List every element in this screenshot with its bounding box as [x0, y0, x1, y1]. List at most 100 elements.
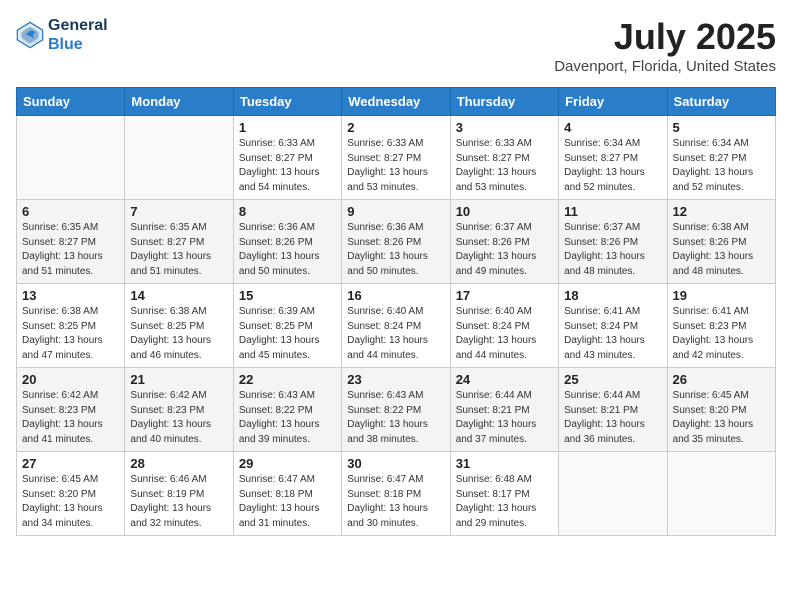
calendar-day-cell: 26 Sunrise: 6:45 AM Sunset: 8:20 PM Dayli… [667, 368, 775, 452]
calendar-day-cell: 30Sunrise: 6:47 AM Sunset: 8:18 PM Dayli… [342, 452, 450, 536]
day-info: Sunrise: 6:38 AM Sunset: 8:26 PM Dayligh… [673, 221, 770, 279]
calendar-week-row: 20 Sunrise: 6:42 AM Sunset: 8:23 PM Dayli… [17, 368, 776, 452]
day-number: 10 [456, 204, 553, 219]
calendar-day-cell: 3Sunrise: 6:33 AM Sunset: 8:27 PM Daylig… [450, 116, 558, 200]
day-info: Sunrise: 6:33 AM Sunset: 8:27 PM Dayligh… [239, 137, 336, 195]
day-number: 22 [239, 372, 336, 387]
day-number: 2 [347, 120, 444, 135]
day-info: Sunrise: 6:34 AM Sunset: 8:27 PM Dayligh… [673, 137, 770, 195]
day-info: Sunrise: 6:36 AM Sunset: 8:26 PM Dayligh… [239, 221, 336, 279]
calendar-day-cell: 28 Sunrise: 6:46 AM Sunset: 8:19 PM Dayli… [125, 452, 233, 536]
calendar-week-row: 6 Sunrise: 6:35 AM Sunset: 8:27 PM Daylig… [17, 200, 776, 284]
day-info: Sunrise: 6:38 AM Sunset: 8:25 PM Dayligh… [22, 305, 119, 363]
calendar-day-cell: 22 Sunrise: 6:43 AM Sunset: 8:22 PM Dayli… [233, 368, 341, 452]
calendar-day-cell: 18 Sunrise: 6:41 AM Sunset: 8:24 PM Dayli… [559, 284, 667, 368]
day-number: 1 [239, 120, 336, 135]
day-info: Sunrise: 6:45 AM Sunset: 8:20 PM Dayligh… [22, 473, 119, 531]
day-info: Sunrise: 6:37 AM Sunset: 8:26 PM Dayligh… [456, 221, 553, 279]
day-number: 28 [130, 456, 227, 471]
calendar-day-cell: 6Sunrise: 6:35 AM Sunset: 8:27 PM Daylig… [17, 200, 125, 284]
day-number: 19 [673, 288, 770, 303]
calendar-day-cell: 21 Sunrise: 6:42 AM Sunset: 8:23 PM Dayli… [125, 368, 233, 452]
calendar-day-cell: 12 Sunrise: 6:38 AM Sunset: 8:26 PM Dayli… [667, 200, 775, 284]
day-info: Sunrise: 6:45 AM Sunset: 8:20 PM Dayligh… [673, 389, 770, 447]
calendar-day-cell [559, 452, 667, 536]
calendar-day-cell: 25 Sunrise: 6:44 AM Sunset: 8:21 PM Dayli… [559, 368, 667, 452]
calendar-day-cell [125, 116, 233, 200]
day-info: Sunrise: 6:48 AM Sunset: 8:17 PM Dayligh… [456, 473, 553, 531]
location-title: Davenport, Florida, United States [554, 58, 776, 75]
logo: General Blue [16, 16, 108, 54]
day-number: 15 [239, 288, 336, 303]
day-number: 6 [22, 204, 119, 219]
weekday-header: Saturday [667, 88, 775, 116]
day-info: Sunrise: 6:43 AM Sunset: 8:22 PM Dayligh… [347, 389, 444, 447]
title-block: July 2025 Davenport, Florida, United Sta… [554, 16, 776, 75]
day-number: 30 [347, 456, 444, 471]
day-info: Sunrise: 6:40 AM Sunset: 8:24 PM Dayligh… [456, 305, 553, 363]
day-info: Sunrise: 6:40 AM Sunset: 8:24 PM Dayligh… [347, 305, 444, 363]
calendar-day-cell: 11Sunrise: 6:37 AM Sunset: 8:26 PM Dayli… [559, 200, 667, 284]
day-number: 9 [347, 204, 444, 219]
weekday-header: Sunday [17, 88, 125, 116]
day-number: 16 [347, 288, 444, 303]
day-info: Sunrise: 6:46 AM Sunset: 8:19 PM Dayligh… [130, 473, 227, 531]
day-number: 13 [22, 288, 119, 303]
day-info: Sunrise: 6:38 AM Sunset: 8:25 PM Dayligh… [130, 305, 227, 363]
day-info: Sunrise: 6:42 AM Sunset: 8:23 PM Dayligh… [22, 389, 119, 447]
calendar-day-cell: 17 Sunrise: 6:40 AM Sunset: 8:24 PM Dayli… [450, 284, 558, 368]
weekday-header: Tuesday [233, 88, 341, 116]
day-info: Sunrise: 6:41 AM Sunset: 8:24 PM Dayligh… [564, 305, 661, 363]
calendar-day-cell: 8Sunrise: 6:36 AM Sunset: 8:26 PM Daylig… [233, 200, 341, 284]
calendar-day-cell: 27Sunrise: 6:45 AM Sunset: 8:20 PM Dayli… [17, 452, 125, 536]
weekday-header: Monday [125, 88, 233, 116]
calendar-day-cell [667, 452, 775, 536]
day-number: 7 [130, 204, 227, 219]
day-info: Sunrise: 6:44 AM Sunset: 8:21 PM Dayligh… [564, 389, 661, 447]
day-number: 21 [130, 372, 227, 387]
day-info: Sunrise: 6:33 AM Sunset: 8:27 PM Dayligh… [456, 137, 553, 195]
calendar-day-cell: 19 Sunrise: 6:41 AM Sunset: 8:23 PM Dayli… [667, 284, 775, 368]
day-info: Sunrise: 6:36 AM Sunset: 8:26 PM Dayligh… [347, 221, 444, 279]
day-info: Sunrise: 6:39 AM Sunset: 8:25 PM Dayligh… [239, 305, 336, 363]
day-number: 12 [673, 204, 770, 219]
day-number: 17 [456, 288, 553, 303]
calendar-day-cell: 1 Sunrise: 6:33 AM Sunset: 8:27 PM Daylig… [233, 116, 341, 200]
calendar-day-cell: 15 Sunrise: 6:39 AM Sunset: 8:25 PM Dayli… [233, 284, 341, 368]
calendar-day-cell: 23Sunrise: 6:43 AM Sunset: 8:22 PM Dayli… [342, 368, 450, 452]
day-number: 29 [239, 456, 336, 471]
day-number: 5 [673, 120, 770, 135]
day-info: Sunrise: 6:42 AM Sunset: 8:23 PM Dayligh… [130, 389, 227, 447]
day-number: 18 [564, 288, 661, 303]
calendar-day-cell [17, 116, 125, 200]
month-title: July 2025 [554, 16, 776, 58]
day-info: Sunrise: 6:35 AM Sunset: 8:27 PM Dayligh… [130, 221, 227, 279]
day-info: Sunrise: 6:41 AM Sunset: 8:23 PM Dayligh… [673, 305, 770, 363]
page-header: General Blue July 2025 Davenport, Florid… [16, 16, 776, 75]
calendar-day-cell: 13 Sunrise: 6:38 AM Sunset: 8:25 PM Dayli… [17, 284, 125, 368]
day-info: Sunrise: 6:43 AM Sunset: 8:22 PM Dayligh… [239, 389, 336, 447]
calendar-day-cell: 20 Sunrise: 6:42 AM Sunset: 8:23 PM Dayli… [17, 368, 125, 452]
calendar-day-cell: 5 Sunrise: 6:34 AM Sunset: 8:27 PM Daylig… [667, 116, 775, 200]
day-number: 20 [22, 372, 119, 387]
calendar-day-cell: 16 Sunrise: 6:40 AM Sunset: 8:24 PM Dayli… [342, 284, 450, 368]
calendar-day-cell: 4Sunrise: 6:34 AM Sunset: 8:27 PM Daylig… [559, 116, 667, 200]
calendar-day-cell: 9 Sunrise: 6:36 AM Sunset: 8:26 PM Daylig… [342, 200, 450, 284]
weekday-header-row: SundayMondayTuesdayWednesdayThursdayFrid… [17, 88, 776, 116]
calendar-week-row: 27Sunrise: 6:45 AM Sunset: 8:20 PM Dayli… [17, 452, 776, 536]
logo-icon [16, 21, 44, 49]
weekday-header: Thursday [450, 88, 558, 116]
day-number: 24 [456, 372, 553, 387]
day-number: 25 [564, 372, 661, 387]
day-number: 14 [130, 288, 227, 303]
calendar-day-cell: 10 Sunrise: 6:37 AM Sunset: 8:26 PM Dayli… [450, 200, 558, 284]
calendar-day-cell: 7 Sunrise: 6:35 AM Sunset: 8:27 PM Daylig… [125, 200, 233, 284]
logo-text: General Blue [48, 16, 108, 54]
day-info: Sunrise: 6:47 AM Sunset: 8:18 PM Dayligh… [239, 473, 336, 531]
day-info: Sunrise: 6:33 AM Sunset: 8:27 PM Dayligh… [347, 137, 444, 195]
day-number: 26 [673, 372, 770, 387]
calendar-day-cell: 31Sunrise: 6:48 AM Sunset: 8:17 PM Dayli… [450, 452, 558, 536]
day-info: Sunrise: 6:34 AM Sunset: 8:27 PM Dayligh… [564, 137, 661, 195]
calendar-day-cell: 24Sunrise: 6:44 AM Sunset: 8:21 PM Dayli… [450, 368, 558, 452]
calendar-week-row: 13 Sunrise: 6:38 AM Sunset: 8:25 PM Dayli… [17, 284, 776, 368]
